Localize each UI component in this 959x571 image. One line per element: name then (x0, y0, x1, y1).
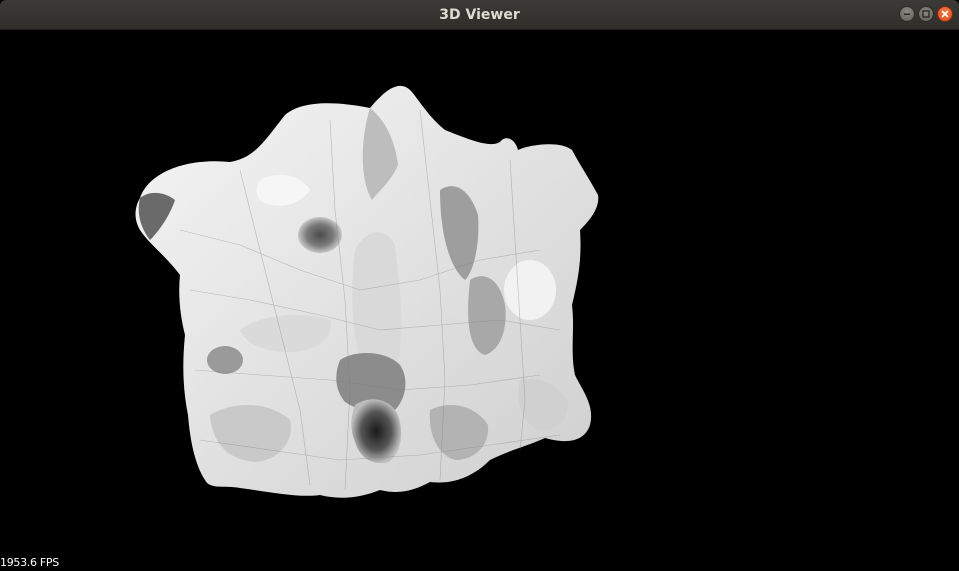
maximize-button[interactable] (918, 6, 934, 22)
render-viewport[interactable] (0, 30, 959, 571)
mesh-model (135, 85, 599, 498)
fps-counter: 1953.6 FPS (0, 556, 59, 569)
minimize-icon (904, 13, 910, 15)
title-bar[interactable]: 3D Viewer (0, 0, 959, 30)
close-button[interactable] (937, 6, 953, 22)
minimize-button[interactable] (899, 6, 915, 22)
close-icon (941, 10, 949, 18)
window-controls (899, 6, 953, 22)
viewer-window: 3D Viewer 1953.6 FPS (0, 0, 959, 571)
maximize-icon (922, 10, 930, 18)
window-title: 3D Viewer (439, 7, 520, 23)
